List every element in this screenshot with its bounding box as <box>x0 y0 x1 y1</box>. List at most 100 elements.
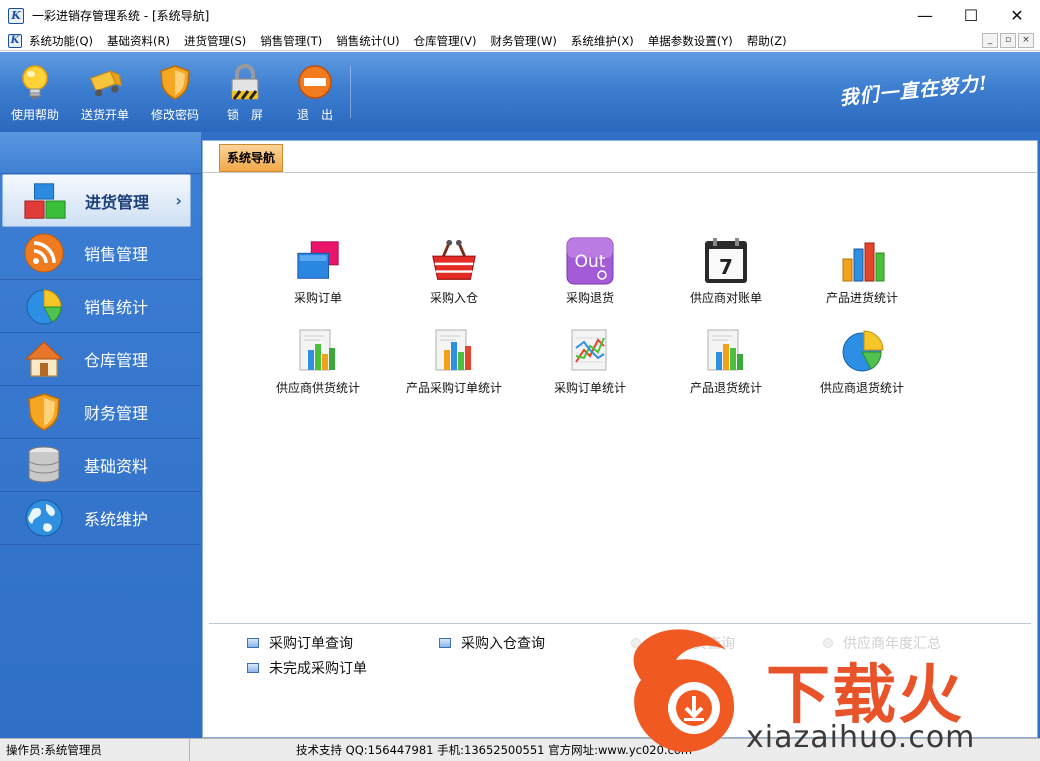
link-incomplete-po[interactable]: 未完成采购订单 <box>247 658 367 678</box>
app-logo-icon: K <box>8 33 22 48</box>
slogan: 我们一直在努力! <box>838 72 989 110</box>
padlock-icon <box>227 64 263 100</box>
house-icon <box>22 337 66 381</box>
grid-item-po-stats[interactable]: 采购订单统计 <box>525 327 655 396</box>
grid-item-label: 采购订单 <box>293 291 342 305</box>
list-icon <box>823 638 833 648</box>
app-logo-icon: K <box>8 7 24 24</box>
database-icon <box>22 443 66 487</box>
exit-icon <box>297 64 333 100</box>
blocks-icon <box>23 179 67 223</box>
line-chart-icon <box>566 327 614 375</box>
left-navigation-header <box>0 132 201 174</box>
pie-chart-icon <box>838 327 886 375</box>
link-inbound-query[interactable]: 采购入仓查询 <box>439 633 545 653</box>
tab-system-navigation[interactable]: 系统导航 <box>219 144 283 172</box>
menu-document-settings[interactable]: 单据参数设置(Y) <box>641 33 740 49</box>
help-label: 使用帮助 <box>10 108 59 122</box>
grid-item-product-purchase-stats[interactable]: 产品进货统计 <box>797 237 927 306</box>
menu-help[interactable]: 帮助(Z) <box>740 33 794 49</box>
grid-item-purchase-inbound[interactable]: 采购入仓 <box>389 237 519 306</box>
grid-item-supplier-return-stats[interactable]: 供应商退货统计 <box>797 327 927 396</box>
status-operator: 操作员:系统管理员 <box>0 739 190 761</box>
pie-chart-icon <box>22 284 66 328</box>
quick-links-divider <box>209 623 1031 624</box>
grid-item-label: 产品进货统计 <box>825 291 898 305</box>
link-po-query[interactable]: 采购订单查询 <box>247 633 353 653</box>
calendar-icon: 7 <box>702 237 750 285</box>
help-button[interactable]: 使用帮助 <box>0 52 70 132</box>
link-label: 未完成采购订单 <box>269 661 367 677</box>
grid-item-label: 供应商退货统计 <box>819 381 904 395</box>
delivery-order-label: 送货开单 <box>80 108 129 122</box>
toolbar-divider <box>350 66 351 118</box>
nav-item-basic-data[interactable]: 基础资料 <box>0 439 201 492</box>
nav-item-warehouse[interactable]: 仓库管理 <box>0 333 201 386</box>
status-bar: 操作员:系统管理员 技术支持 QQ:156447981 手机:136525005… <box>0 738 1040 761</box>
menu-finance[interactable]: 财务管理(W) <box>484 33 564 49</box>
mdi-close-button[interactable]: × <box>1018 33 1034 48</box>
mdi-controls: _ ▫ × <box>982 33 1034 48</box>
nav-item-label: 系统维护 <box>84 510 149 529</box>
lock-screen-button[interactable]: 锁 屏 <box>210 52 280 132</box>
delivery-order-button[interactable]: 送货开单 <box>70 52 140 132</box>
list-icon <box>439 638 451 648</box>
left-navigation: 进货管理 › 销售管理 销售统计 仓库管理 财务管理 基础资料 系统维护 <box>0 132 201 738</box>
grid-item-label: 产品退货统计 <box>689 381 762 395</box>
grid-item-label: 采购退货 <box>565 291 614 305</box>
nav-item-sales-stats[interactable]: 销售统计 <box>0 280 201 333</box>
menu-sales[interactable]: 销售管理(T) <box>253 33 329 49</box>
grid-item-label: 采购订单统计 <box>553 381 626 395</box>
grid-item-label: 产品采购订单统计 <box>405 381 502 395</box>
menu-system-functions[interactable]: 系统功能(Q) <box>22 33 100 49</box>
mdi-minimize-button[interactable]: _ <box>982 33 998 48</box>
report-chart-icon <box>702 327 750 375</box>
grid-item-purchase-return[interactable]: Out 采购退货 <box>525 237 655 306</box>
globe-icon <box>22 496 66 540</box>
rss-icon <box>22 231 66 275</box>
grid-item-label: 采购入仓 <box>429 291 478 305</box>
window-title: 一彩进销存管理系统 - [系统导航] <box>32 9 210 23</box>
navigation-page: 系统导航 采购订单 采购入仓 Out 采购退货 7 供应商对账单 产品进货统计 … <box>202 140 1038 738</box>
lock-screen-label: 锁 屏 <box>226 108 263 122</box>
grid-item-supplier-supply-stats[interactable]: 供应商供货统计 <box>253 327 383 396</box>
nav-item-finance[interactable]: 财务管理 <box>0 386 201 439</box>
nav-item-label: 进货管理 <box>85 192 150 212</box>
nav-item-maintenance[interactable]: 系统维护 <box>0 492 201 545</box>
grid-item-product-po-stats[interactable]: 产品采购订单统计 <box>389 327 519 396</box>
chevron-right-icon: › <box>175 191 182 210</box>
minimize-button[interactable]: — <box>902 0 948 31</box>
grid-item-supplier-statement[interactable]: 7 供应商对账单 <box>661 237 791 306</box>
nav-item-sales[interactable]: 销售管理 <box>0 227 201 280</box>
window-controls: — ☐ ✕ <box>902 0 1040 31</box>
svg-text:Out: Out <box>575 252 606 272</box>
grid-item-product-return-stats[interactable]: 产品退货统计 <box>661 327 791 396</box>
exit-label: 退 出 <box>296 108 333 122</box>
nav-item-label: 财务管理 <box>84 404 149 423</box>
maximize-button[interactable]: ☐ <box>948 0 994 31</box>
menu-sales-stats[interactable]: 销售统计(U) <box>329 33 406 49</box>
menu-purchase[interactable]: 进货管理(S) <box>177 33 253 49</box>
shield-icon <box>22 390 66 434</box>
close-button[interactable]: ✕ <box>994 0 1040 31</box>
change-password-button[interactable]: 修改密码 <box>140 52 210 132</box>
menu-maintenance[interactable]: 系统维护(X) <box>564 33 641 49</box>
nav-item-label: 基础资料 <box>84 457 149 476</box>
link-return-query[interactable]: 采购退货查询 <box>631 633 735 653</box>
link-label: 采购退货查询 <box>651 636 735 652</box>
link-label: 供应商年度汇总 <box>843 636 941 652</box>
grid-item-purchase-order[interactable]: 采购订单 <box>253 237 383 306</box>
mdi-restore-button[interactable]: ▫ <box>1000 33 1016 48</box>
menu-basic-data[interactable]: 基础资料(R) <box>100 33 177 49</box>
out-icon: Out <box>566 237 614 285</box>
title-bar: K 一彩进销存管理系统 - [系统导航] — ☐ ✕ <box>0 0 1040 31</box>
bar-chart-icon <box>838 237 886 285</box>
link-label: 采购订单查询 <box>269 636 353 652</box>
nav-item-purchase[interactable]: 进货管理 › <box>2 174 191 227</box>
link-supplier-annual-summary[interactable]: 供应商年度汇总 <box>823 633 941 653</box>
menu-warehouse[interactable]: 仓库管理(V) <box>407 33 484 49</box>
basket-icon <box>430 237 478 285</box>
list-icon <box>247 663 259 673</box>
nav-item-label: 仓库管理 <box>84 351 149 370</box>
exit-button[interactable]: 退 出 <box>280 52 350 132</box>
